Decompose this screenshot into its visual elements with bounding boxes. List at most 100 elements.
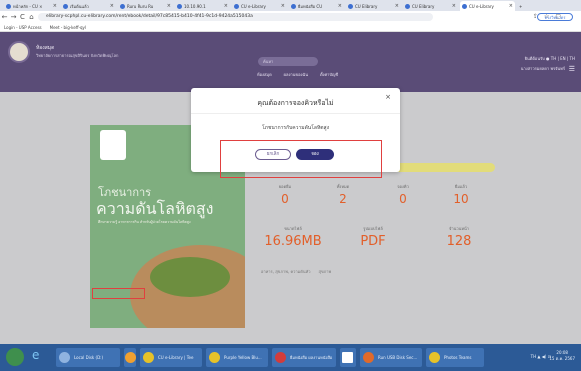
stat-value: 10 (453, 192, 469, 206)
dialog-message: โภชนาการกับความดันโลหิตสูง (261, 125, 330, 131)
bookmark-item[interactable]: Meet - big-keff-qyl (50, 25, 86, 30)
tab-label: CU Elibrary (355, 3, 378, 9)
tab-label: CU Elibrary (412, 3, 435, 9)
tab-label: Ruru Ruru Ru (127, 3, 154, 9)
close-tab-icon[interactable]: × (224, 3, 228, 9)
url-bar[interactable]: elibrary-scphpl.cu-elibrary.com/rent/ebo… (38, 13, 433, 21)
forward-icon[interactable]: → (9, 13, 18, 21)
tab-label: CU e-Library (241, 3, 266, 9)
close-tab-icon[interactable]: × (338, 3, 342, 9)
stat-item: ยืมแล้ว 10 (431, 183, 491, 206)
clock[interactable]: 20:08 15 ต.ค. 2567 (549, 350, 575, 362)
taskbar-label: Photos Teams (444, 355, 472, 360)
dialog-title: คุณต้องการจองคิวหรือไม่ (257, 99, 334, 107)
close-tab-icon[interactable]: × (281, 3, 285, 9)
start-button[interactable] (6, 348, 24, 366)
browser-tab[interactable]: Ruru Ruru Ru × (118, 1, 173, 11)
new-tab-icon[interactable]: + (517, 1, 527, 11)
dialog-divider (191, 113, 400, 114)
chrome-icon (429, 352, 440, 363)
home-icon[interactable]: ⌂ (27, 13, 36, 21)
nav-settings[interactable]: ตั้งค่าบัญชี (320, 71, 338, 78)
main-nav: ห้องสมุด ผลงานของฉัน ตั้งค่าบัญชี (257, 71, 338, 78)
favicon-icon (405, 3, 410, 9)
library-logo[interactable] (8, 41, 30, 63)
annotation-box (92, 288, 145, 299)
favicon-icon (120, 3, 125, 9)
drive-icon (59, 352, 70, 363)
taskbar-label: Local Disk (D:) (74, 355, 104, 360)
stat-label: จองคิว (397, 184, 409, 189)
search-input[interactable]: ค้นหา (258, 57, 318, 66)
publisher-badge (100, 130, 126, 160)
taskbar-item[interactable] (340, 348, 356, 367)
browser-tab[interactable]: ยืมหนังสือ CU × (289, 1, 344, 11)
browser-tab[interactable]: CU e-Library × (232, 1, 287, 11)
browser-tab[interactable]: 10.10.90.1 × (175, 1, 230, 11)
favicon-icon (177, 3, 182, 9)
stat-label: ทั้งหมด (336, 184, 350, 189)
stat-value: 0 (399, 192, 407, 206)
close-tab-icon[interactable]: × (452, 3, 456, 9)
tag[interactable]: อาหาร, สุขภาพ, ความดันหัว (261, 268, 310, 275)
close-icon[interactable]: × (385, 93, 391, 101)
close-tab-icon[interactable]: × (53, 3, 57, 9)
favicon-icon (348, 3, 353, 9)
file-info-value: 128 (446, 234, 472, 249)
reload-icon[interactable]: C (18, 13, 27, 21)
browser-tab[interactable]: CU Elibrary × (403, 1, 458, 11)
language-switch[interactable]: ยินดีต้อนรับ ● TH | EN | TH (525, 55, 575, 62)
file-size-item: ขนาดไฟล์ 16.96MB (263, 225, 323, 249)
user-name[interactable]: นางสาวรมยลดา พรจันทร์ (521, 65, 565, 72)
cover-title-large: ความดันโลหิตสูง (96, 199, 214, 218)
address-row: ← → C ⌂ elibrary-scphpl.cu-elibrary.com/… (0, 11, 581, 23)
file-info-label: ขนาดไฟล์ (284, 226, 302, 231)
file-info-value: 16.96MB (264, 234, 322, 249)
file-format-item: รูปแบบไฟล์ PDF (343, 225, 403, 249)
close-tab-icon[interactable]: × (167, 3, 171, 9)
browser-tab[interactable]: CU e-Library × (460, 1, 515, 11)
favicon-icon (291, 3, 296, 9)
taskbar-item[interactable]: Purple Yellow Blu... (206, 348, 268, 367)
favicon-icon (6, 3, 11, 9)
favicon-icon (234, 3, 239, 9)
browser-tab[interactable]: เริ่มต้นแล้ว × (61, 1, 116, 11)
taskbar-item[interactable]: Run USB Disk Sec... (360, 348, 422, 367)
browser-tab[interactable]: หน้าหลัก - CU × × (4, 1, 59, 11)
system-tray[interactable]: TH ▲ ◀) ⊡ (531, 354, 551, 359)
menu-icon[interactable]: ☰ (569, 65, 575, 73)
taskbar-item[interactable]: Photos Teams (426, 348, 484, 367)
usb-icon (363, 352, 374, 363)
chrome-icon (209, 352, 220, 363)
clock-date: 15 ต.ค. 2567 (549, 356, 575, 361)
nav-my-works[interactable]: ผลงานของฉัน (284, 71, 308, 78)
taskbar-item[interactable]: ยืมหนังสือ ผลงานหนังสือ (272, 348, 336, 367)
stat-item: ยอดยืม 0 (255, 183, 315, 206)
internet-explorer-icon[interactable]: e (32, 348, 39, 362)
stat-item: จองคิว 0 (373, 183, 433, 206)
tab-label: เริ่มต้นแล้ว (70, 3, 89, 9)
stat-value: 2 (339, 192, 347, 206)
site-title: ห้องสมุด (36, 45, 55, 51)
book-tags: อาหาร, สุขภาพ, ความดันหัว สุขภาพ (261, 268, 331, 275)
taskbar-label: Purple Yellow Blu... (224, 355, 262, 360)
opera-icon (275, 352, 286, 363)
close-tab-icon[interactable]: × (395, 3, 399, 9)
profile-button[interactable]: ทรงวิทยาดร (537, 13, 573, 21)
taskbar-item[interactable]: CU e-Library | Tee (140, 348, 202, 367)
media-icon (125, 352, 136, 363)
bookmarks-bar: Login - USP Access Meet - big-keff-qyl (0, 23, 581, 32)
file-icon (342, 352, 353, 363)
bookmark-item[interactable]: Login - USP Access (4, 25, 42, 30)
taskbar-item[interactable] (124, 348, 136, 367)
taskbar-item[interactable]: Local Disk (D:) (56, 348, 120, 367)
favicon-icon (462, 3, 467, 9)
tab-label: CU e-Library (469, 3, 494, 9)
back-icon[interactable]: ← (0, 13, 9, 21)
tab-label: ยืมหนังสือ CU (298, 3, 323, 9)
tag[interactable]: สุขภาพ (318, 268, 331, 275)
browser-tab[interactable]: CU Elibrary × (346, 1, 401, 11)
close-tab-icon[interactable]: × (110, 3, 114, 9)
nav-library[interactable]: ห้องสมุด (257, 71, 272, 78)
close-tab-icon[interactable]: × (509, 3, 513, 9)
